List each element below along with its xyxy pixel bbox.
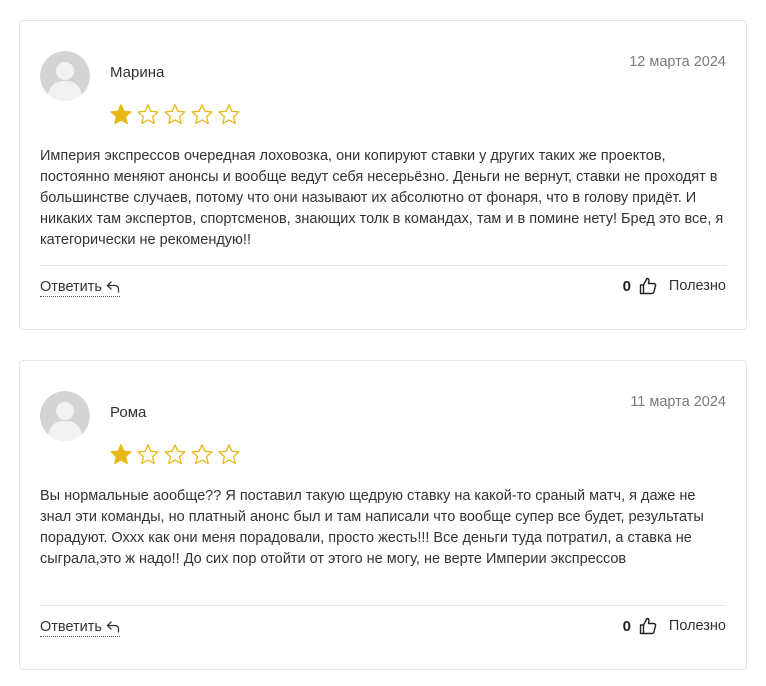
- star-filled-icon: [110, 444, 132, 465]
- star-empty-icon: [137, 444, 159, 465]
- star-empty-icon: [164, 444, 186, 465]
- reply-button[interactable]: Ответить: [40, 619, 120, 637]
- user-avatar: [40, 51, 90, 101]
- useful-block: 0 Полезно: [623, 277, 726, 295]
- reply-button[interactable]: Ответить: [40, 279, 120, 297]
- user-avatar-icon: [40, 391, 90, 441]
- star-rating: [109, 103, 241, 127]
- thumbs-up-icon[interactable]: [639, 277, 657, 295]
- like-count: 0: [622, 617, 631, 635]
- review-date: 12 марта 2024: [629, 54, 726, 70]
- review-author: Рома: [110, 404, 147, 421]
- divider: [40, 265, 726, 266]
- useful-block: 0 Полезно: [623, 617, 726, 635]
- review-author: Марина: [110, 64, 165, 81]
- review-date: 11 марта 2024: [630, 394, 726, 410]
- user-avatar-icon: [40, 51, 90, 101]
- review-text: Империя экспрессов очередная лоховозка, …: [40, 148, 724, 248]
- review-text: Вы нормальные аообще?? Я поставил такую …: [40, 488, 704, 567]
- useful-button[interactable]: Полезно: [669, 278, 726, 294]
- reply-label: Ответить: [40, 619, 102, 635]
- star-rating: [109, 443, 241, 467]
- divider: [40, 605, 726, 606]
- star-empty-icon: [191, 444, 213, 465]
- star-empty-icon: [191, 104, 213, 125]
- star-empty-icon: [218, 104, 240, 125]
- reply-arrow-icon: [106, 281, 120, 293]
- useful-button[interactable]: Полезно: [669, 618, 726, 634]
- review-card: Марина 12 марта 2024 Империя экспрессов …: [19, 20, 747, 330]
- star-empty-icon: [137, 104, 159, 125]
- star-empty-icon: [218, 444, 240, 465]
- reply-label: Ответить: [40, 279, 102, 295]
- star-empty-icon: [164, 104, 186, 125]
- like-count: 0: [622, 277, 631, 295]
- user-avatar: [40, 391, 90, 441]
- thumbs-up-icon[interactable]: [639, 617, 657, 635]
- reply-arrow-icon: [106, 621, 120, 633]
- review-card: Рома 11 марта 2024 Вы нормальные аообще?…: [19, 360, 747, 670]
- star-filled-icon: [110, 104, 132, 125]
